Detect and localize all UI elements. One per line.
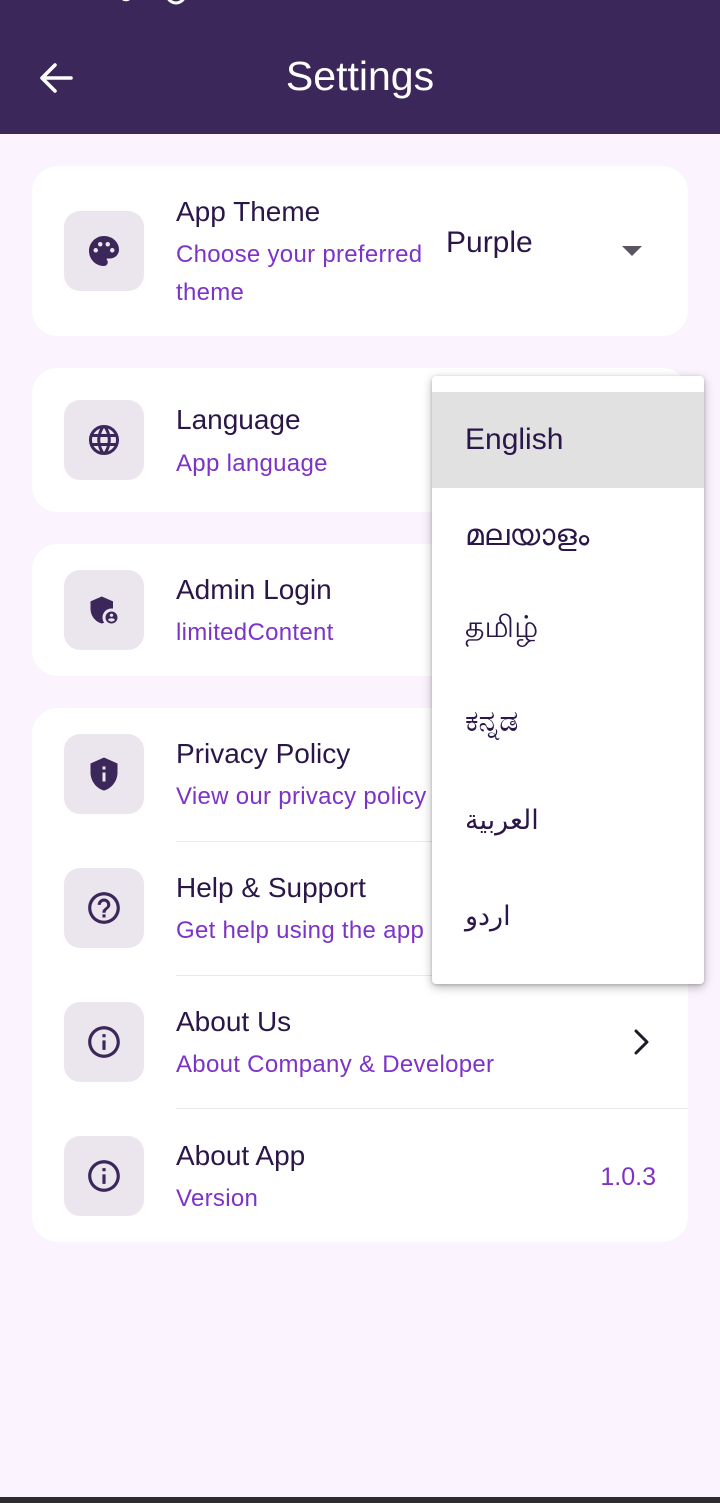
info-icon [88, 1160, 120, 1192]
privacy-icon-box [64, 734, 144, 814]
about-us-row[interactable]: About Us About Company & Developer [32, 976, 688, 1109]
language-title: Language [176, 404, 301, 435]
language-option-kannada[interactable]: ಕನ್ನಡ [432, 674, 704, 770]
palette-icon [89, 236, 119, 266]
language-option-tamil[interactable]: தமிழ் [432, 582, 704, 678]
about-app-title: About App [176, 1140, 306, 1171]
chevron-right-icon[interactable] [628, 1029, 654, 1055]
theme-card: App Theme Choose your preferred theme Pu… [32, 166, 688, 336]
language-dropdown-menu: English മലയാളം தமிழ் ಕನ್ನಡ العربية اردو [432, 376, 704, 984]
info-icon [88, 1026, 120, 1058]
about-app-row[interactable]: About App Version 1.0.3 [32, 1110, 688, 1242]
divider [176, 1108, 688, 1109]
about-app-icon-box [64, 1136, 144, 1216]
theme-title: App Theme [176, 196, 321, 227]
help-icon-box [64, 868, 144, 948]
language-option-english[interactable]: English [432, 392, 704, 488]
status-bar [0, 0, 720, 14]
language-option-arabic[interactable]: العربية [432, 772, 704, 868]
language-option-urdu[interactable]: اردو [432, 868, 704, 964]
about-us-subtitle: About Company & Developer [176, 1051, 495, 1078]
system-nav-bar [0, 1497, 720, 1503]
about-us-icon-box [64, 1002, 144, 1082]
help-circle-icon [88, 892, 120, 924]
language-subtitle: App language [176, 450, 328, 477]
dropdown-arrow-icon[interactable] [620, 244, 644, 258]
app-version-value: 1.0.3 [600, 1163, 656, 1191]
language-option-malayalam[interactable]: മലയാളം [432, 488, 704, 584]
about-app-subtitle: Version [176, 1185, 259, 1212]
theme-dropdown-value[interactable]: Purple [446, 226, 533, 260]
theme-icon-box [64, 211, 144, 291]
admin-shield-icon [90, 596, 118, 624]
about-us-title: About Us [176, 1006, 292, 1037]
admin-login-title: Admin Login [176, 574, 332, 605]
globe-icon [89, 425, 119, 455]
admin-icon-box [64, 570, 144, 650]
help-support-title: Help & Support [176, 872, 366, 903]
page-title: Settings [285, 53, 435, 99]
status-icons-right [530, 0, 610, 8]
privacy-policy-title: Privacy Policy [176, 738, 351, 769]
theme-subtitle-line1: Choose your preferred [176, 241, 423, 268]
admin-login-subtitle: limitedContent [176, 619, 334, 646]
theme-subtitle-line2: theme [176, 279, 245, 306]
privacy-policy-subtitle: View our privacy policy [176, 783, 427, 810]
language-icon-box [64, 400, 144, 480]
status-icons-left [121, 0, 185, 5]
help-support-subtitle: Get help using the app [176, 917, 425, 944]
app-bar: Settings [0, 0, 720, 134]
privacy-shield-icon [90, 757, 118, 791]
